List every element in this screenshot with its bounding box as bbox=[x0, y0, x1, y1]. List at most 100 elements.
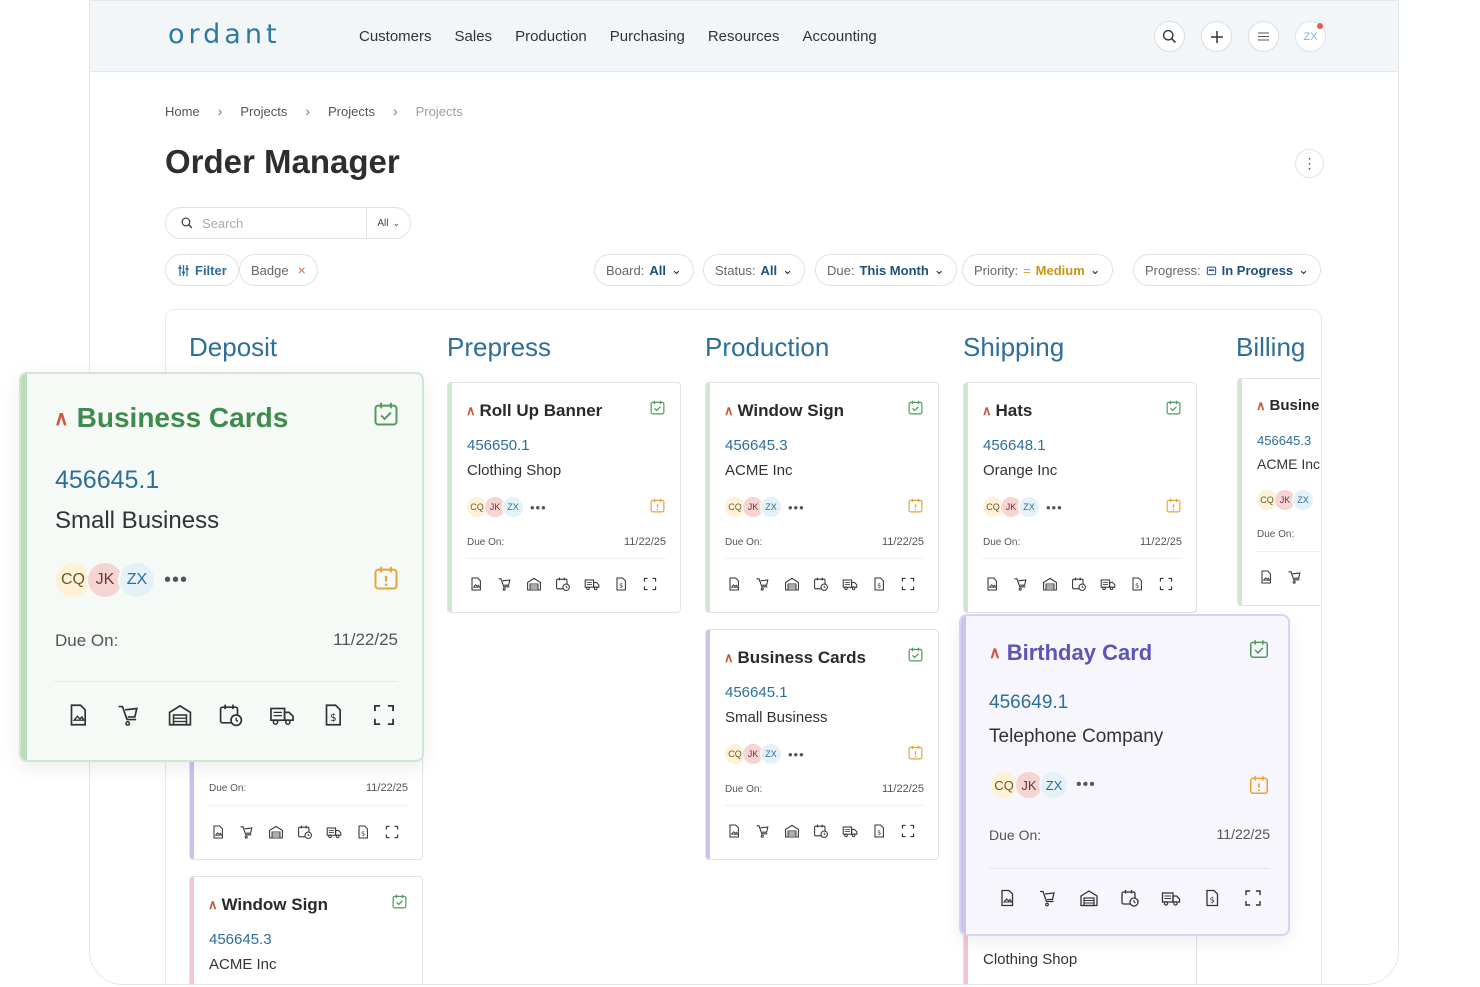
order-number[interactable]: 456645.1 bbox=[55, 466, 159, 495]
calendar-check-icon[interactable] bbox=[1165, 399, 1182, 416]
warehouse-icon[interactable] bbox=[784, 823, 800, 839]
avatar[interactable]: ZX bbox=[760, 496, 782, 518]
ordant-logo[interactable]: ordant bbox=[168, 19, 281, 50]
warehouse-icon[interactable] bbox=[784, 576, 800, 592]
avatar[interactable]: ZX bbox=[502, 496, 524, 518]
nav-accounting[interactable]: Accounting bbox=[803, 28, 877, 45]
schedule-icon[interactable] bbox=[1071, 576, 1087, 592]
nav-resources[interactable]: Resources bbox=[708, 28, 780, 45]
calendar-warning-icon[interactable] bbox=[907, 744, 924, 761]
delivery-icon[interactable] bbox=[1100, 576, 1116, 592]
expand-icon[interactable] bbox=[371, 702, 397, 728]
expand-icon[interactable] bbox=[900, 823, 916, 839]
more-assignees[interactable]: ••• bbox=[530, 500, 547, 515]
due-filter[interactable]: Due: This Month ⌄ bbox=[815, 254, 957, 286]
order-number[interactable]: 456650.1 bbox=[467, 437, 530, 454]
cart-icon[interactable] bbox=[1287, 569, 1303, 585]
invoice-icon[interactable] bbox=[1202, 888, 1222, 908]
calendar-check-icon[interactable] bbox=[1248, 638, 1270, 660]
proof-icon[interactable] bbox=[1258, 569, 1274, 585]
warehouse-icon[interactable] bbox=[1079, 888, 1099, 908]
invoice-icon[interactable] bbox=[613, 576, 629, 592]
avatar[interactable]: ZX bbox=[1018, 496, 1040, 518]
order-number[interactable]: 456649.1 bbox=[989, 692, 1068, 714]
schedule-icon[interactable] bbox=[218, 702, 244, 728]
invoice-icon[interactable] bbox=[871, 823, 887, 839]
add-button[interactable] bbox=[1201, 21, 1232, 52]
order-card[interactable]: ∧ Roll Up Banner 456650.1 Clothing Shop C… bbox=[447, 382, 681, 613]
breadcrumb-projects-1[interactable]: Projects bbox=[240, 104, 287, 119]
cart-icon[interactable] bbox=[755, 823, 771, 839]
calendar-warning-icon[interactable] bbox=[1165, 497, 1182, 514]
close-icon[interactable]: × bbox=[298, 262, 306, 278]
menu-button[interactable] bbox=[1248, 21, 1279, 52]
warehouse-icon[interactable] bbox=[526, 576, 542, 592]
invoice-icon[interactable] bbox=[320, 702, 346, 728]
avatar[interactable]: ZX bbox=[1292, 489, 1314, 511]
proof-icon[interactable] bbox=[726, 576, 742, 592]
proof-icon[interactable] bbox=[210, 824, 226, 840]
order-number[interactable]: 456645.3 bbox=[1257, 433, 1311, 448]
expand-icon[interactable] bbox=[384, 824, 400, 840]
filter-button[interactable]: Filter bbox=[165, 254, 239, 286]
invoice-icon[interactable] bbox=[1129, 576, 1145, 592]
nav-customers[interactable]: Customers bbox=[359, 28, 432, 45]
order-card[interactable]: ∧ Busine 456645.3 ACME Inc CQ JK ZX Due O… bbox=[1237, 378, 1321, 606]
proof-icon[interactable] bbox=[65, 702, 91, 728]
more-assignees[interactable]: ••• bbox=[788, 500, 805, 515]
invoice-icon[interactable] bbox=[871, 576, 887, 592]
more-assignees[interactable]: ••• bbox=[1046, 500, 1063, 515]
calendar-check-icon[interactable] bbox=[907, 399, 924, 416]
proof-icon[interactable] bbox=[984, 576, 1000, 592]
order-number[interactable]: 456648.1 bbox=[983, 437, 1046, 454]
cart-icon[interactable] bbox=[497, 576, 513, 592]
proof-icon[interactable] bbox=[468, 576, 484, 592]
delivery-icon[interactable] bbox=[269, 702, 295, 728]
user-avatar[interactable]: ZX bbox=[1295, 21, 1326, 52]
expand-icon[interactable] bbox=[1243, 888, 1263, 908]
expand-icon[interactable] bbox=[900, 576, 916, 592]
search-button[interactable] bbox=[1154, 21, 1185, 52]
order-card[interactable]: ∧ Window Sign 456645.3 ACME Inc CQ JK ZX … bbox=[705, 382, 939, 613]
breadcrumb-home[interactable]: Home bbox=[165, 104, 200, 119]
schedule-icon[interactable] bbox=[555, 576, 571, 592]
nav-sales[interactable]: Sales bbox=[455, 28, 493, 45]
calendar-warning-icon[interactable] bbox=[372, 564, 400, 592]
calendar-warning-icon[interactable] bbox=[1248, 774, 1270, 796]
expand-icon[interactable] bbox=[1158, 576, 1174, 592]
avatar[interactable]: ZX bbox=[118, 561, 156, 599]
cart-icon[interactable] bbox=[1013, 576, 1029, 592]
avatar[interactable]: ZX bbox=[1039, 770, 1069, 800]
delivery-icon[interactable] bbox=[584, 576, 600, 592]
proof-icon[interactable] bbox=[726, 823, 742, 839]
order-number[interactable]: 456645.3 bbox=[209, 931, 272, 948]
priority-filter[interactable]: Priority: = Medium ⌄ bbox=[962, 254, 1113, 286]
order-card[interactable]: ∧ Business Cards 456645.1 Small Business … bbox=[705, 629, 939, 860]
avatar[interactable]: ZX bbox=[760, 743, 782, 765]
invoice-icon[interactable] bbox=[355, 824, 371, 840]
cart-icon[interactable] bbox=[116, 702, 142, 728]
calendar-check-icon[interactable] bbox=[907, 646, 924, 663]
calendar-check-icon[interactable] bbox=[391, 893, 408, 910]
cart-icon[interactable] bbox=[239, 824, 255, 840]
dragged-order-card[interactable]: ∧ Business Cards 456645.1 Small Business … bbox=[19, 372, 424, 762]
warehouse-icon[interactable] bbox=[268, 824, 284, 840]
status-filter[interactable]: Status: All ⌄ bbox=[703, 254, 805, 286]
expand-icon[interactable] bbox=[642, 576, 658, 592]
schedule-icon[interactable] bbox=[297, 824, 313, 840]
dragged-order-card[interactable]: ∧ Birthday Card 456649.1 Telephone Compan… bbox=[959, 614, 1290, 936]
nav-production[interactable]: Production bbox=[515, 28, 587, 45]
proof-icon[interactable] bbox=[997, 888, 1017, 908]
delivery-icon[interactable] bbox=[842, 576, 858, 592]
schedule-icon[interactable] bbox=[813, 823, 829, 839]
more-assignees[interactable]: ••• bbox=[788, 747, 805, 762]
delivery-icon[interactable] bbox=[842, 823, 858, 839]
more-assignees[interactable]: ••• bbox=[164, 569, 188, 592]
search-scope-select[interactable]: All ⌄ bbox=[366, 208, 410, 238]
order-number[interactable]: 456645.3 bbox=[725, 437, 788, 454]
order-card[interactable]: ∧ Hats 456648.1 Orange Inc CQ JK ZX ••• D… bbox=[963, 382, 1197, 613]
delivery-icon[interactable] bbox=[1161, 888, 1181, 908]
delivery-icon[interactable] bbox=[326, 824, 342, 840]
cart-icon[interactable] bbox=[755, 576, 771, 592]
calendar-warning-icon[interactable] bbox=[907, 497, 924, 514]
